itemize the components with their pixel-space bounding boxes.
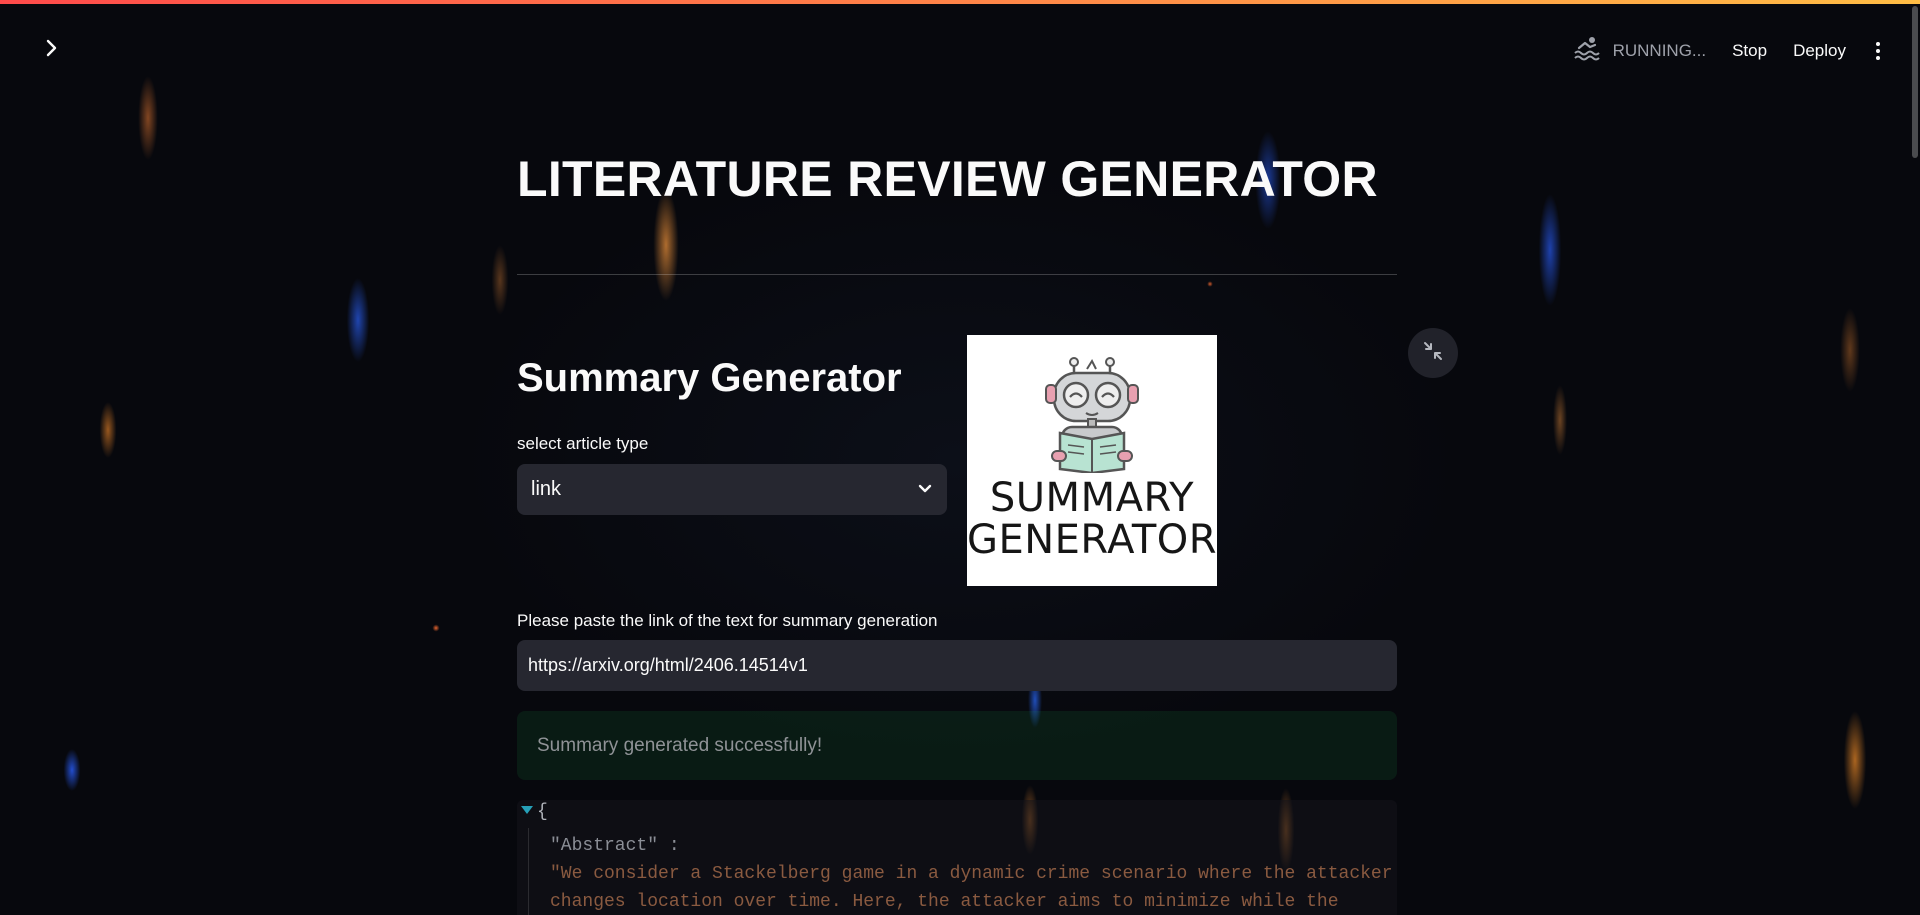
robot-reading-icon [1045,357,1139,473]
json-open-brace: { [537,802,548,822]
collapse-arrows-icon [1422,340,1444,367]
kebab-menu-icon[interactable] [1872,39,1884,63]
collapse-triangle-icon[interactable] [521,806,533,814]
success-alert: Summary generated successfully! [517,711,1397,780]
json-value-line: "We consider a Stackelberg game in a dyn… [550,864,1393,884]
logo-text-line1: SUMMARY [989,475,1195,521]
section-title: Summary Generator [517,356,902,400]
json-value-line: changes location over time. Here, the at… [550,892,1339,912]
article-type-value: link [531,478,562,500]
header-toolbar: RUNNING... Stop Deploy [1573,35,1884,66]
article-type-select[interactable]: link [517,464,947,515]
swimmer-icon [1573,35,1601,66]
app-background: RUNNING... Stop Deploy LITERATURE REVIEW… [0,0,1920,915]
running-status: RUNNING... [1573,35,1707,66]
json-output-viewer: { "Abstract" : "We consider a Stackelber… [517,800,1397,915]
running-status-text: RUNNING... [1612,40,1707,60]
app-header: RUNNING... Stop Deploy [0,4,1920,94]
deploy-button[interactable]: Deploy [1793,41,1846,61]
success-message: Summary generated successfully! [537,734,823,756]
chevron-right-icon[interactable] [40,36,64,60]
chevron-down-icon [917,478,933,501]
link-input[interactable] [517,640,1397,691]
summary-generator-logo: SUMMARY GENERATOR [967,335,1217,586]
page-title: LITERATURE REVIEW GENERATOR [517,151,1378,207]
link-input-label: Please paste the link of the text for su… [517,611,938,630]
article-type-label: select article type [517,434,649,453]
stop-button[interactable]: Stop [1732,41,1767,61]
fullscreen-button[interactable] [1408,328,1458,378]
json-key-abstract: "Abstract" : [550,836,680,856]
title-divider [517,274,1397,275]
logo-text: SUMMARY GENERATOR [967,477,1217,561]
json-indent-guide [528,828,529,915]
page-scrollbar[interactable] [1912,6,1918,158]
logo-text-line2: GENERATOR [967,517,1217,563]
